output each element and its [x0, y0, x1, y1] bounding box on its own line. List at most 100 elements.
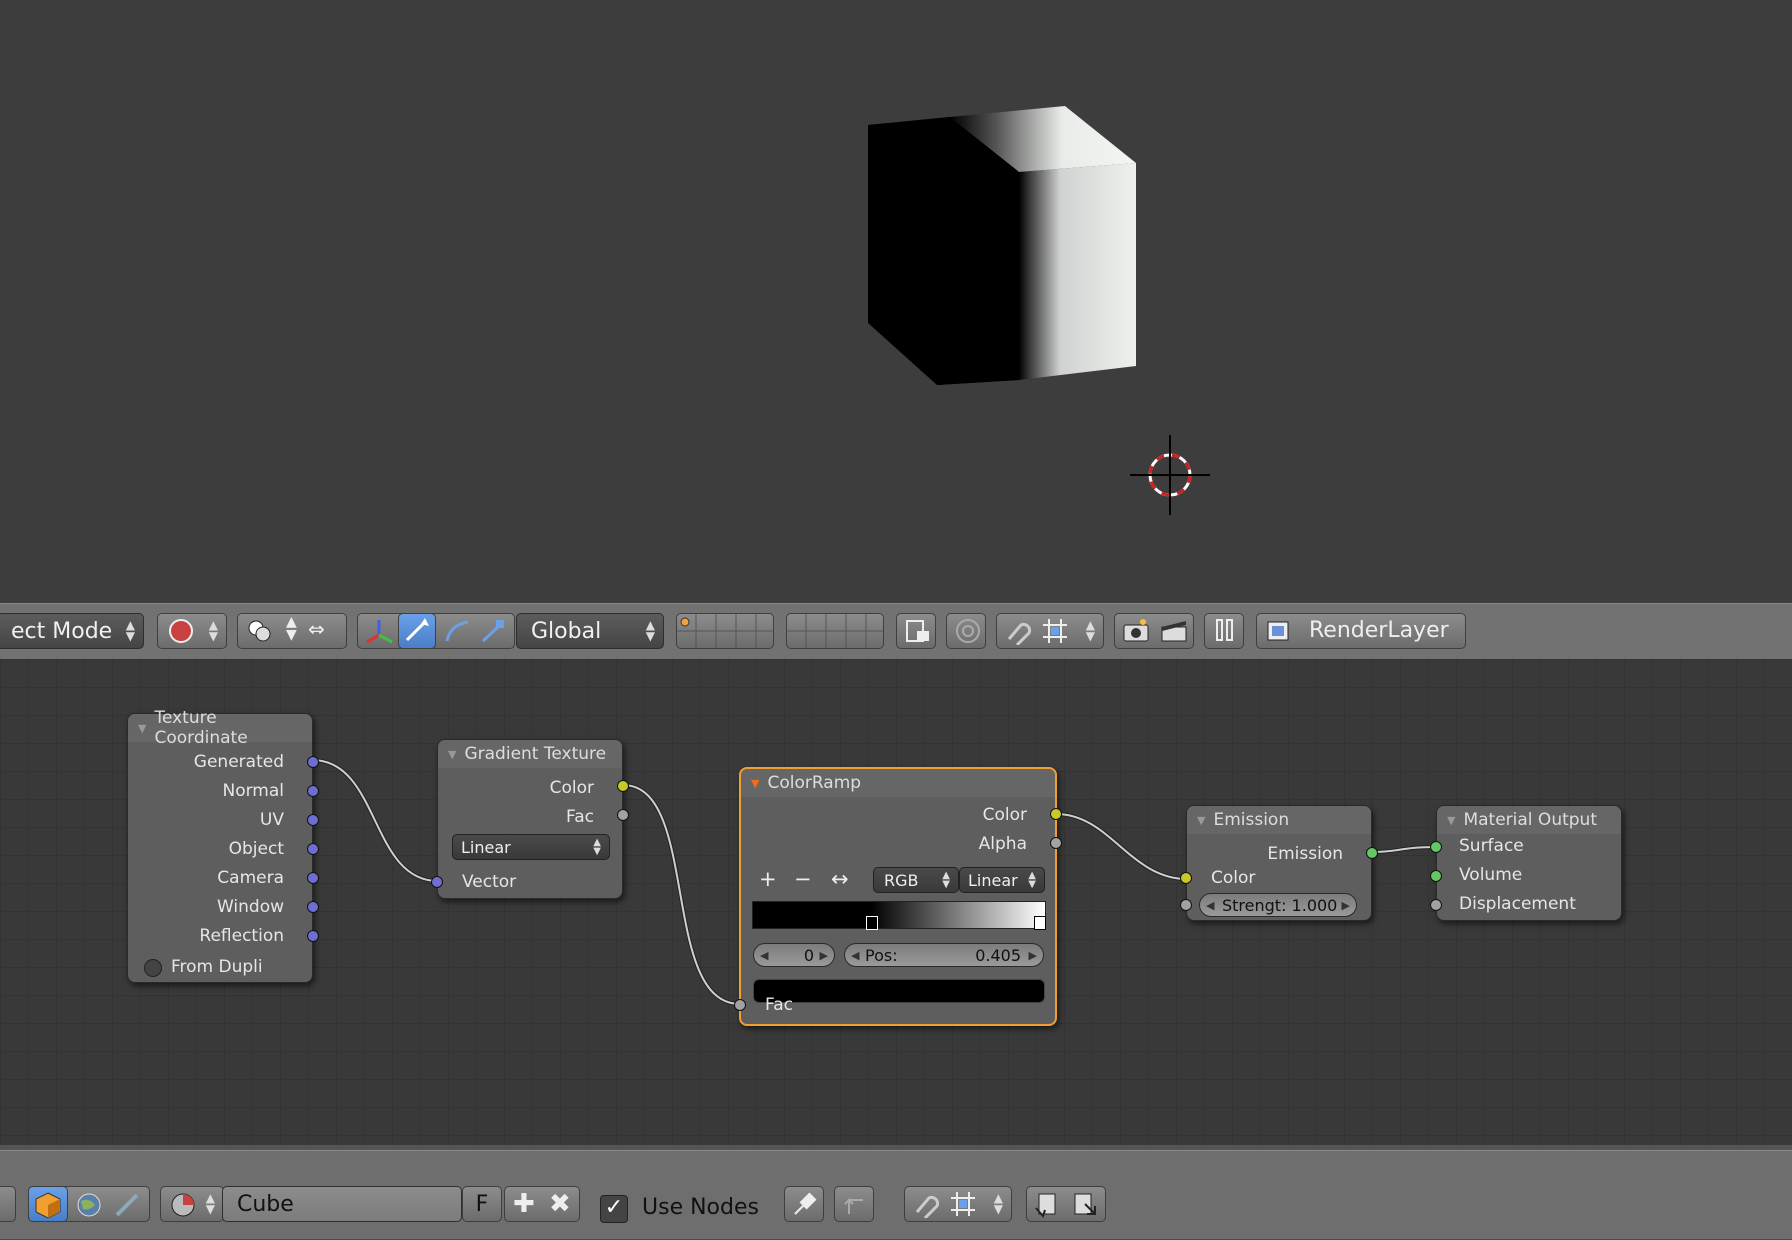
mode-selector[interactable]: ect Mode ▲ ▼ — [0, 613, 144, 649]
socket-emission[interactable] — [1366, 847, 1378, 859]
stop-color-swatch[interactable] — [753, 979, 1045, 1003]
socket-volume[interactable] — [1430, 870, 1442, 882]
magnet-icon[interactable] — [911, 1190, 941, 1223]
socket-alpha[interactable] — [1050, 837, 1062, 849]
color-ramp-gradient[interactable] — [752, 901, 1046, 930]
paste-icon[interactable] — [1071, 1190, 1101, 1223]
object-shader-icon[interactable] — [28, 1186, 68, 1222]
socket-normal[interactable] — [307, 785, 319, 797]
gradient-type-label: Linear — [461, 837, 511, 857]
updown-arrows-icon: ▲ ▼ — [125, 618, 135, 643]
snap-grid-icon[interactable] — [1041, 617, 1071, 650]
socket-displacement[interactable] — [1430, 899, 1442, 911]
socket-window[interactable] — [307, 901, 319, 913]
left-arrow-icon: ◀ — [1206, 898, 1215, 912]
world-shader-icon[interactable] — [75, 1191, 103, 1224]
render-camera-icon[interactable] — [1121, 617, 1151, 650]
stop-index-field[interactable]: ◀ 0 ▶ — [753, 943, 835, 967]
colorramp-node[interactable]: ▼ ColorRamp Color Alpha + − ↔ RGB ▲ ▼ Line… — [734, 767, 1062, 1026]
updown-arrows-icon: ▲ ▼ — [1085, 618, 1095, 643]
collapse-triangle-icon[interactable]: ▼ — [1447, 814, 1455, 827]
updown-arrows-icon: ▲ ▼ — [942, 870, 950, 890]
translate-manipulator-icon[interactable] — [398, 613, 436, 649]
fake-user-label: F — [475, 1191, 489, 1217]
emission-node[interactable]: ▼ Emission Emission Color ◀ Strengt: 1.00… — [1180, 805, 1378, 921]
gradient-texture-node[interactable]: ▼ Gradient Texture Color Fac Linear ▲ ▼ Ve… — [431, 739, 629, 899]
layers-group-1[interactable] — [676, 613, 774, 649]
copy-icon[interactable] — [1033, 1190, 1063, 1223]
socket-vector[interactable] — [431, 876, 443, 888]
collapse-triangle-icon[interactable]: ▼ — [448, 748, 456, 761]
color-mode-dropdown[interactable]: RGB ▲ ▼ — [873, 867, 959, 893]
manipulator-center-icon[interactable]: ⇔ — [308, 617, 325, 641]
node-header[interactable]: ▼ Emission — [1187, 806, 1371, 834]
gradient-type-dropdown[interactable]: Linear ▲ ▼ — [452, 834, 610, 860]
editor-type-icon[interactable] — [0, 1186, 16, 1222]
pivot-point-selector[interactable]: ▲ ▼ ⇔ — [237, 613, 347, 649]
remove-stop-icon[interactable]: − — [794, 867, 812, 891]
collapse-triangle-icon[interactable]: ▼ — [751, 777, 759, 790]
node-header[interactable]: ▼ Gradient Texture — [438, 740, 622, 768]
collapse-triangle-icon[interactable]: ▼ — [1197, 814, 1205, 827]
socket-strength-input[interactable] — [1180, 899, 1192, 911]
lock-layers-icon — [903, 617, 931, 650]
use-nodes-checkbox[interactable]: ✓ — [600, 1195, 628, 1223]
socket-uv[interactable] — [307, 814, 319, 826]
render-layer-selector[interactable]: RenderLayer — [1256, 613, 1466, 649]
render-layer-label: RenderLayer — [1309, 618, 1449, 643]
socket-color[interactable] — [1050, 808, 1062, 820]
parent-node-tree-button[interactable] — [834, 1186, 874, 1222]
node-header[interactable]: ▼ ColorRamp — [741, 769, 1055, 797]
socket-fac-input[interactable] — [734, 999, 746, 1011]
socket-color[interactable] — [617, 780, 629, 792]
material-browse-button[interactable]: ▲ ▼ — [160, 1186, 224, 1222]
layers-group-2[interactable] — [786, 613, 884, 649]
add-stop-icon[interactable]: + — [759, 867, 777, 891]
strength-field[interactable]: ◀ Strengt: 1.000 ▶ — [1199, 893, 1357, 917]
socket-object[interactable] — [307, 843, 319, 855]
scale-manipulator-icon[interactable] — [478, 617, 508, 650]
unlink-material-icon[interactable]: ✖ — [549, 1189, 571, 1219]
viewport-shading-selector[interactable]: ▲ ▼ — [157, 613, 227, 649]
cube-object[interactable] — [868, 106, 1136, 385]
collapse-triangle-icon[interactable]: ▼ — [138, 722, 146, 735]
texture-coordinate-node[interactable]: ▼ Texture Coordinate Generated Normal UV … — [127, 708, 319, 983]
transform-orientation-selector[interactable]: Global ▲ ▼ — [516, 613, 664, 649]
new-material-icon[interactable]: ✚ — [513, 1189, 535, 1219]
material-name-field[interactable]: Cube — [222, 1186, 462, 1222]
socket-surface[interactable] — [1430, 841, 1442, 853]
socket-reflection[interactable] — [307, 930, 319, 942]
interpolation-dropdown[interactable]: Linear ▲ ▼ — [959, 867, 1045, 893]
render-animation-icon[interactable] — [1159, 617, 1189, 650]
rotate-manipulator-icon[interactable] — [442, 617, 472, 650]
flip-ramp-icon[interactable]: ↔ — [831, 867, 849, 891]
proportional-edit-icon — [954, 617, 982, 650]
material-output-node[interactable]: ▼ Material Output Surface Volume Displace… — [1430, 805, 1622, 921]
cube-right-face — [1019, 163, 1136, 380]
proportional-edit-button[interactable] — [946, 613, 986, 649]
node-header[interactable]: ▼ Texture Coordinate — [128, 708, 312, 748]
pos-label: Pos: — [865, 945, 898, 965]
fake-user-button[interactable]: F — [462, 1186, 502, 1222]
manipulator-toggle-icon[interactable] — [364, 617, 394, 650]
pin-button[interactable] — [784, 1186, 824, 1222]
socket-color-input[interactable] — [1180, 872, 1192, 884]
stop-position-field[interactable]: ◀ Pos: 0.405 ▶ — [844, 943, 1044, 967]
color-stop-white[interactable] — [1034, 916, 1046, 930]
node-header[interactable]: ▼ Material Output — [1437, 806, 1621, 834]
snap-grid-icon[interactable] — [949, 1190, 979, 1223]
socket-generated[interactable] — [307, 756, 319, 768]
pause-button[interactable] — [1204, 613, 1244, 649]
from-dupli-checkbox[interactable] — [144, 959, 162, 977]
node-editor[interactable]: ▼ Texture Coordinate Generated Normal UV … — [0, 659, 1792, 1149]
manipulator-group — [357, 613, 515, 649]
lock-camera-layers-button[interactable] — [896, 613, 936, 649]
3d-cursor-icon[interactable] — [1130, 435, 1210, 515]
3d-viewport[interactable] — [0, 0, 1792, 603]
socket-camera[interactable] — [307, 872, 319, 884]
interpolation-label: Linear — [968, 870, 1018, 890]
line-style-shader-icon[interactable] — [113, 1191, 141, 1224]
socket-fac[interactable] — [617, 809, 629, 821]
color-stop-black[interactable] — [866, 916, 879, 930]
magnet-icon[interactable] — [1003, 617, 1033, 650]
